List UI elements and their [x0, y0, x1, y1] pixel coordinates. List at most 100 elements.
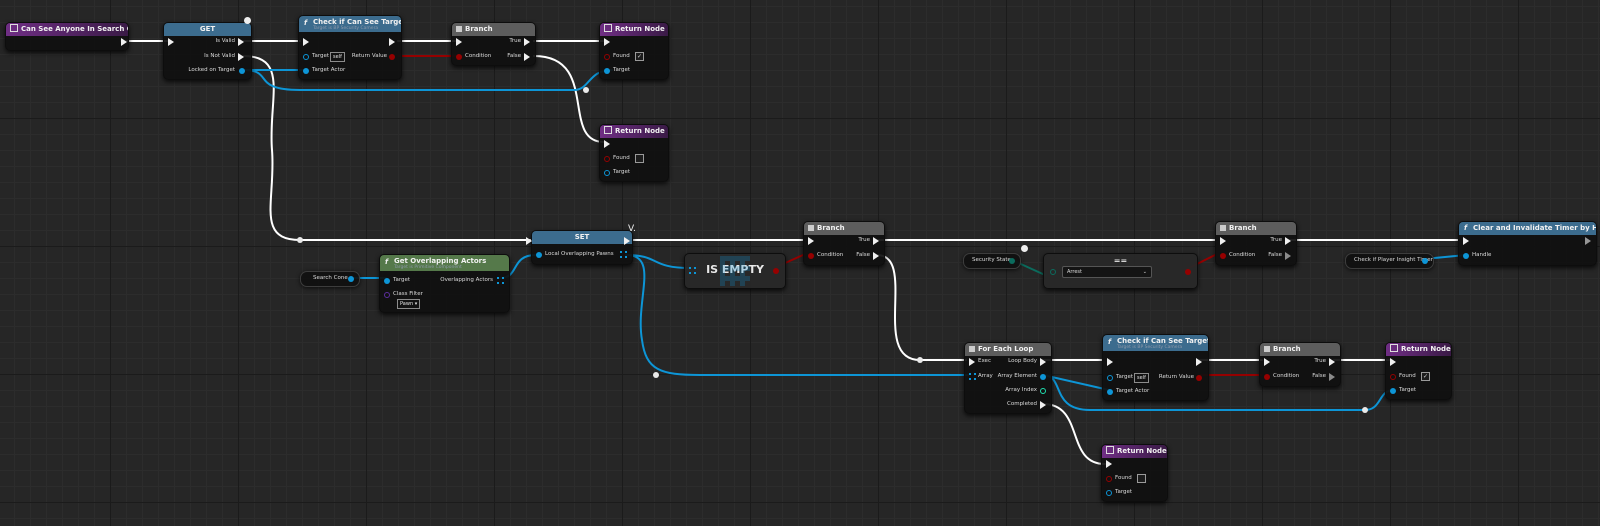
function-entry-node[interactable]: Can See Anyone In Search Cone — [5, 22, 129, 51]
true-pin[interactable] — [1329, 358, 1335, 366]
clear-invalidate-timer-node[interactable]: f Clear and Invalidate Timer by Handle Ha… — [1458, 221, 1597, 266]
target-pin[interactable] — [604, 68, 610, 74]
exec-in-pin[interactable] — [1107, 358, 1113, 366]
exec-in-pin[interactable] — [168, 38, 174, 46]
enum-in-pin[interactable] — [1050, 269, 1056, 275]
locked-on-target-pin[interactable] — [239, 68, 245, 74]
target-pin[interactable] — [1106, 490, 1112, 496]
array-grid-icon[interactable] — [620, 251, 627, 258]
timer-handle-pin[interactable] — [1422, 258, 1428, 264]
target-pin[interactable] — [384, 278, 390, 284]
false-pin[interactable] — [873, 252, 879, 260]
completed-pin[interactable] — [1040, 401, 1046, 409]
check-can-see-target-node[interactable]: f Check if Can See Target Target is BP Se… — [298, 15, 402, 80]
exec-in-pin[interactable] — [1264, 358, 1270, 366]
found-checkbox-unchecked[interactable] — [635, 154, 644, 163]
condition-pin[interactable] — [1264, 374, 1270, 380]
target-label: Target — [393, 277, 411, 283]
branch-node[interactable]: Branch True Condition False — [1259, 342, 1341, 387]
local-overlapping-pin[interactable] — [536, 252, 542, 258]
branch-node[interactable]: Branch True Condition False — [1215, 221, 1297, 266]
false-pin[interactable] — [524, 53, 530, 61]
found-checkbox-unchecked[interactable] — [1137, 474, 1146, 483]
exec-out-pin[interactable] — [624, 237, 630, 245]
true-pin[interactable] — [873, 237, 879, 245]
true-pin[interactable] — [524, 38, 530, 46]
security-state-variable[interactable]: Security State — [963, 253, 1021, 269]
array-grid-icon[interactable] — [969, 373, 976, 380]
exec-in-pin[interactable] — [969, 358, 975, 366]
comment-bubble-icon[interactable] — [244, 17, 251, 24]
enum-value-dropdown[interactable]: Arrest ⌄ — [1062, 266, 1152, 278]
target-actor-pin[interactable] — [303, 68, 309, 74]
exec-in-pin[interactable] — [1390, 358, 1396, 366]
false-pin-unconnected[interactable] — [1329, 373, 1335, 381]
exec-in-pin[interactable] — [1106, 460, 1112, 468]
class-filter-dropdown[interactable]: Pawn ▾ — [397, 299, 421, 309]
exec-in-pin[interactable] — [526, 237, 532, 245]
exec-out-pin[interactable] — [121, 38, 127, 46]
exec-in-pin[interactable] — [604, 38, 610, 46]
return-value-pin[interactable] — [1196, 375, 1202, 381]
condition-label: Condition — [1273, 373, 1300, 379]
get-overlapping-actors-node[interactable]: f Get Overlapping Actors Target is Primit… — [379, 254, 510, 313]
class-filter-pin[interactable] — [384, 292, 390, 298]
exec-in-pin[interactable] — [808, 237, 814, 245]
array-in-pin[interactable] — [689, 267, 696, 274]
found-checkbox-checked[interactable]: ✓ — [1421, 372, 1430, 381]
return-node[interactable]: Return Node Found Target — [599, 124, 669, 182]
exec-out-pin[interactable] — [1585, 237, 1591, 245]
exec-out-pin[interactable] — [389, 38, 395, 46]
exec-in-pin[interactable] — [1220, 237, 1226, 245]
check-can-see-target-node[interactable]: f Check if Can See Target Target is BP Se… — [1102, 334, 1209, 401]
return-node[interactable]: Return Node Found Target — [1101, 444, 1168, 502]
array-index-pin[interactable] — [1040, 388, 1046, 394]
is-valid-pin[interactable] — [238, 38, 244, 46]
set-node[interactable]: SET Local Overlapping Pawns — [526, 230, 633, 265]
return-node[interactable]: Return Node Found ✓ Target — [1385, 342, 1452, 400]
target-pin[interactable] — [1390, 388, 1396, 394]
enum-equal-node[interactable]: == Arrest ⌄ — [1043, 253, 1198, 289]
object-wire — [625, 254, 969, 376]
security-state-pin[interactable] — [1009, 258, 1015, 264]
target-actor-pin[interactable] — [1107, 389, 1113, 395]
condition-pin[interactable] — [1220, 253, 1226, 259]
get-node[interactable]: GET Is Valid Is Not Valid Locked on Targ… — [163, 22, 252, 80]
found-checkbox-checked[interactable]: ✓ — [635, 52, 644, 61]
bool-out-pin[interactable] — [773, 268, 779, 274]
blueprint-graph[interactable]: Can See Anyone In Search Cone GET Is Val… — [0, 0, 1600, 526]
search-cone-variable[interactable]: Search Cone — [300, 271, 360, 287]
branch-node[interactable]: Branch True Condition False — [803, 221, 885, 266]
return-node[interactable]: Return Node Found ✓ Target — [599, 22, 669, 80]
exec-in-pin[interactable] — [456, 38, 462, 46]
found-pin[interactable] — [604, 54, 610, 60]
exec-in-pin[interactable] — [604, 140, 610, 148]
exec-in-pin[interactable] — [1463, 237, 1469, 245]
target-pin[interactable] — [1107, 375, 1113, 381]
player-insight-timer-variable[interactable]: Check if Player Insight Timer — [1345, 253, 1434, 269]
loop-body-pin[interactable] — [1040, 358, 1046, 366]
bool-out-pin[interactable] — [1185, 269, 1191, 275]
found-pin[interactable] — [604, 156, 610, 162]
exec-out-pin[interactable] — [1196, 358, 1202, 366]
exec-in-pin[interactable] — [303, 38, 309, 46]
is-not-valid-pin[interactable] — [238, 53, 244, 61]
condition-pin[interactable] — [456, 54, 462, 60]
found-pin[interactable] — [1390, 374, 1396, 380]
condition-pin[interactable] — [808, 253, 814, 259]
handle-pin[interactable] — [1463, 253, 1469, 259]
branch-node[interactable]: Branch True Condition False — [451, 22, 536, 66]
check-node-title: Check if Can See Target — [1117, 337, 1208, 345]
target-pin[interactable] — [303, 54, 309, 60]
is-empty-node[interactable]: IS EMPTY — [684, 253, 786, 289]
true-pin[interactable] — [1285, 237, 1291, 245]
comment-bubble-icon[interactable] — [1021, 245, 1028, 252]
target-label: Target — [613, 67, 631, 73]
target-pin[interactable] — [604, 170, 610, 176]
array-grid-icon[interactable] — [497, 277, 504, 284]
return-value-pin[interactable] — [389, 54, 395, 60]
found-pin[interactable] — [1106, 476, 1112, 482]
search-cone-pin[interactable] — [348, 276, 354, 282]
for-each-loop-node[interactable]: For Each Loop Exec Loop Body Array Array… — [964, 342, 1052, 414]
array-element-pin[interactable] — [1040, 374, 1046, 380]
